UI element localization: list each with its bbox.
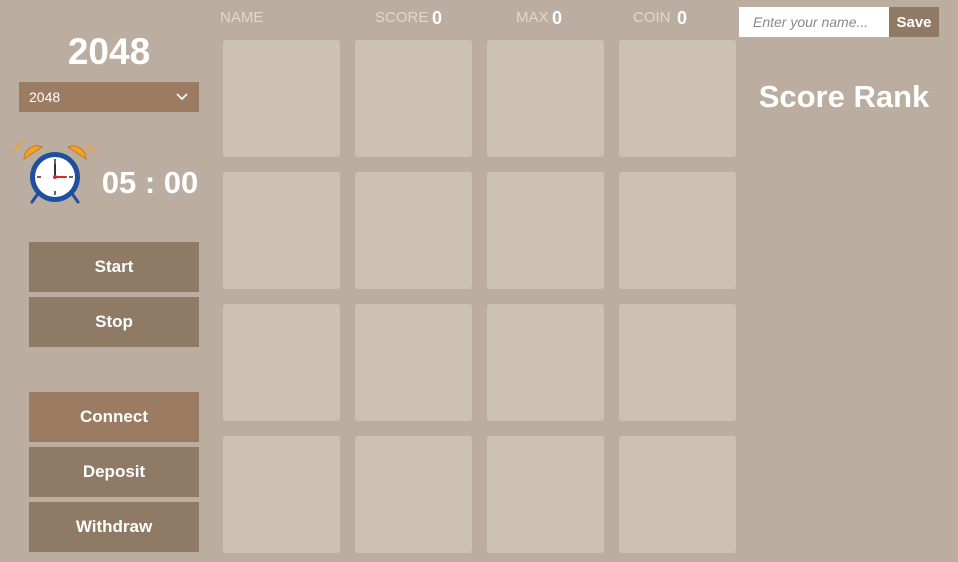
start-button[interactable]: Start xyxy=(29,242,199,292)
board-cell xyxy=(355,40,472,157)
game-mode-select[interactable]: 2048 xyxy=(19,82,199,112)
board-cell xyxy=(619,304,736,421)
coin-value: 0 xyxy=(677,8,688,28)
game-title: 2048 xyxy=(67,31,151,72)
max-value: 0 xyxy=(552,8,563,28)
board-cell xyxy=(619,436,736,553)
board-cell xyxy=(487,172,604,289)
stop-button[interactable]: Stop xyxy=(29,297,199,347)
board-cell xyxy=(487,40,604,157)
score-rank-title: Score Rank xyxy=(758,79,930,114)
score-value: 0 xyxy=(432,8,443,28)
board-cell xyxy=(487,436,604,553)
player-name-input[interactable] xyxy=(739,7,889,37)
board-cell xyxy=(223,436,340,553)
board-cell xyxy=(619,40,736,157)
connect-button[interactable]: Connect xyxy=(29,392,199,442)
board-cell xyxy=(223,172,340,289)
alarm-clock-icon xyxy=(10,139,100,207)
countdown-timer: 05 : 00 xyxy=(101,165,199,200)
score-label: SCORE xyxy=(375,9,429,26)
board-cell xyxy=(223,40,340,157)
save-button[interactable]: Save xyxy=(889,7,939,37)
board-cell xyxy=(355,436,472,553)
board-cell xyxy=(355,304,472,421)
board-cell xyxy=(487,304,604,421)
withdraw-button[interactable]: Withdraw xyxy=(29,502,199,552)
coin-label: COIN xyxy=(633,9,671,26)
name-label: NAME xyxy=(220,9,264,26)
board-cell xyxy=(355,172,472,289)
game-mode-value: 2048 xyxy=(29,89,61,105)
deposit-button[interactable]: Deposit xyxy=(29,447,199,497)
game-board[interactable] xyxy=(214,32,744,562)
board-cell xyxy=(223,304,340,421)
max-label: MAX xyxy=(516,9,549,26)
board-cell xyxy=(619,172,736,289)
chevron-down-icon xyxy=(175,90,189,104)
